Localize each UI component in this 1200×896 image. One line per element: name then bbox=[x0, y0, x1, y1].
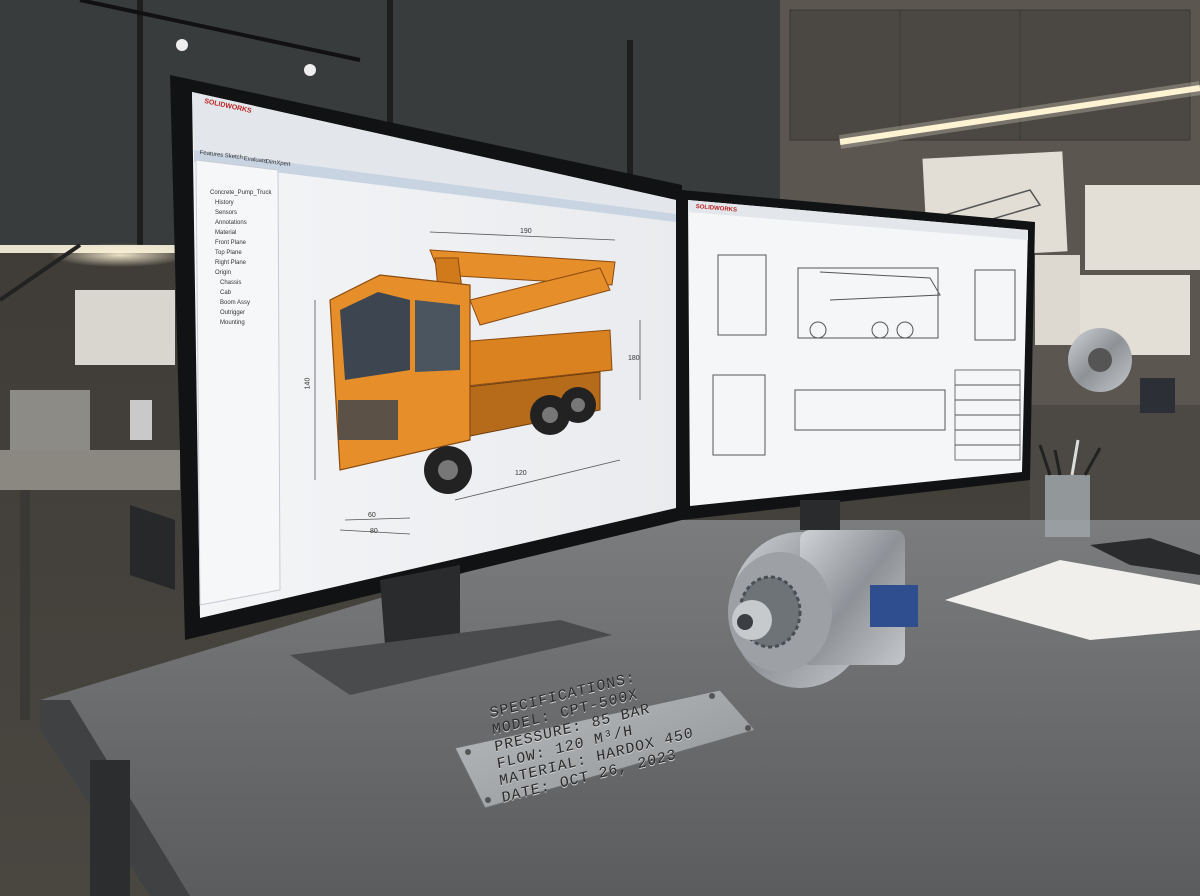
desk-lamp bbox=[10, 390, 90, 450]
valve-block bbox=[870, 585, 918, 627]
office-scene: SOLIDWORKS SOLIDWORKS Features Sketch Ev… bbox=[0, 0, 1200, 896]
tree-item[interactable]: Chassis bbox=[220, 280, 241, 286]
tree-item[interactable]: Front Plane bbox=[215, 240, 246, 246]
chair bbox=[130, 505, 175, 590]
spot-light bbox=[304, 64, 316, 76]
wall-sketch bbox=[1085, 185, 1200, 270]
dimension-label: 140 bbox=[304, 377, 312, 390]
tree-item[interactable]: Mounting bbox=[220, 320, 245, 326]
pencil-cup bbox=[1045, 475, 1090, 537]
hydraulic-motor bbox=[728, 530, 918, 688]
wall-sketch bbox=[75, 290, 175, 365]
desk-leg bbox=[90, 760, 130, 896]
dimension-label: 120 bbox=[515, 470, 527, 477]
dimension-label: 80 bbox=[370, 528, 378, 535]
back-desk bbox=[0, 450, 180, 490]
tree-item[interactable]: Sensors bbox=[215, 210, 237, 216]
tree-item[interactable]: Cab bbox=[220, 290, 231, 296]
tree-item[interactable]: Concrete_Pump_Truck bbox=[210, 190, 271, 196]
tree-item[interactable]: Outrigger bbox=[220, 310, 245, 316]
dimension-label: 60 bbox=[368, 512, 376, 519]
tree-item[interactable]: Top Plane bbox=[215, 250, 242, 256]
dimension-label: 190 bbox=[520, 228, 532, 235]
tree-item[interactable]: Annotations bbox=[215, 220, 247, 226]
tree-item[interactable]: Material bbox=[215, 230, 236, 236]
spot-light bbox=[176, 39, 188, 51]
dimension-label: 180 bbox=[628, 355, 640, 362]
tree-item[interactable]: Origin bbox=[215, 270, 231, 276]
tree-item[interactable]: Boom Assy bbox=[220, 300, 250, 306]
tree-item[interactable]: Right Plane bbox=[215, 260, 246, 266]
tree-item[interactable]: History bbox=[215, 200, 234, 206]
right-monitor bbox=[682, 190, 1035, 530]
